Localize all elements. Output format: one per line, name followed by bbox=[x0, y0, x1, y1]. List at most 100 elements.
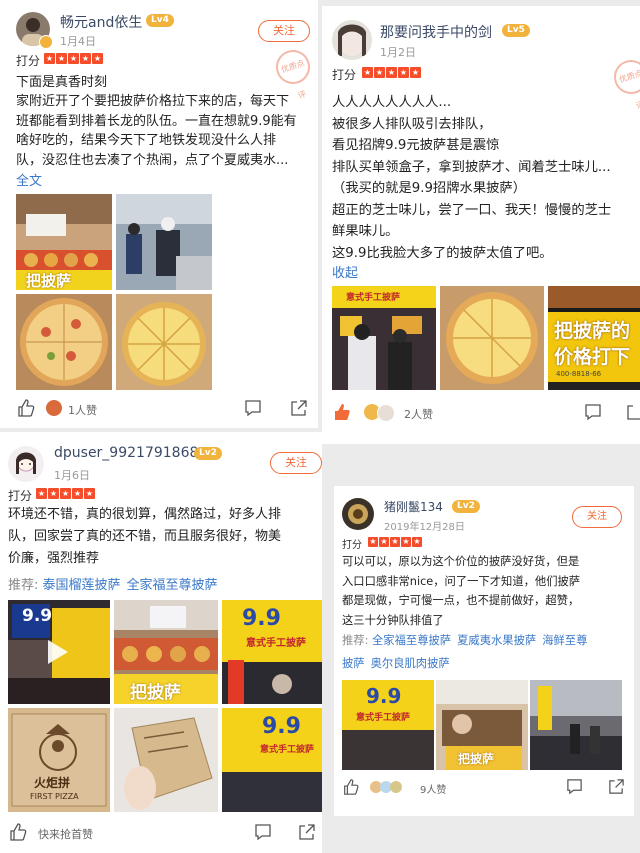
review-photo[interactable] bbox=[530, 680, 622, 770]
username[interactable]: 猪刚鬣134 bbox=[384, 498, 443, 515]
star-icon: ★ bbox=[362, 67, 373, 78]
review-text: 可以可以，原以为这个价位的披萨没好货，但是 入口口感非常nice，问了一下才知道… bbox=[342, 555, 581, 627]
score-label: 打分 bbox=[342, 540, 362, 551]
review-photo[interactable]: 意式手工披萨 bbox=[332, 286, 436, 390]
dish-tag[interactable]: 披萨 bbox=[342, 657, 365, 670]
review-card: dpuser_9921791868 Lv2 1月6日 关注 打分 ★ ★ ★ ★ ★ 环… bbox=[0, 432, 322, 853]
thumbs-up-icon[interactable] bbox=[332, 402, 352, 426]
star-icon: ★ bbox=[60, 488, 71, 499]
star-icon: ★ bbox=[386, 67, 397, 78]
star-icon: ★ bbox=[374, 67, 385, 78]
verified-badge-icon bbox=[39, 35, 53, 49]
level-badge: Lv2 bbox=[194, 447, 222, 460]
photo-sign-text: 把披萨 bbox=[26, 272, 72, 290]
dish-tag[interactable]: 全家福至尊披萨 bbox=[127, 578, 218, 593]
review-photo[interactable] bbox=[116, 294, 212, 390]
share-icon[interactable] bbox=[290, 399, 308, 421]
avatar[interactable] bbox=[342, 498, 374, 530]
score-label: 打分 bbox=[332, 68, 357, 82]
share-icon[interactable] bbox=[608, 778, 625, 799]
review-photo[interactable] bbox=[440, 286, 544, 390]
review-text: 下面是真香时刻 家附近开了个要把披萨价格拉下来的店，每天下 班都能看到排着长龙的… bbox=[16, 75, 297, 168]
dish-tag[interactable]: 夏威夷水果披萨 bbox=[457, 634, 536, 647]
review-date: 1月4日 bbox=[60, 35, 96, 48]
star-icon: ★ bbox=[390, 537, 400, 547]
thumbs-up-icon[interactable] bbox=[342, 778, 360, 800]
play-icon[interactable] bbox=[48, 640, 68, 664]
star-icon: ★ bbox=[379, 537, 389, 547]
review-text: 人人人人人人人人... 被很多人排队吸引去排队， 看见招牌9.9元披萨甚是震惊 … bbox=[332, 95, 612, 261]
liker-avatar[interactable] bbox=[46, 400, 62, 416]
review-photo[interactable]: 把披萨 bbox=[436, 680, 528, 770]
recommend-label: 推荐: bbox=[8, 578, 39, 593]
follow-button[interactable]: 关注 bbox=[572, 506, 622, 528]
star-rating: ★ ★ ★ ★ ★ bbox=[36, 488, 95, 499]
star-rating: ★ ★ ★ ★ ★ bbox=[44, 53, 103, 64]
review-photo[interactable]: 9.9 意式手工披萨 bbox=[342, 680, 434, 770]
username[interactable]: dpuser_9921791868 bbox=[54, 445, 198, 461]
photo-sign-text: 9.9 bbox=[242, 606, 281, 631]
comment-icon[interactable] bbox=[244, 399, 262, 421]
comment-icon[interactable] bbox=[254, 823, 272, 845]
dish-tag[interactable]: 全家福至尊披萨 bbox=[372, 634, 451, 647]
recommend-label: 推荐: bbox=[342, 634, 369, 647]
follow-button[interactable]: 关注 bbox=[258, 20, 310, 42]
share-icon[interactable] bbox=[298, 823, 316, 845]
recommended-dishes: 推荐: 泰国榴莲披萨 全家福至尊披萨 bbox=[8, 574, 224, 593]
star-icon: ★ bbox=[44, 53, 55, 64]
star-icon: ★ bbox=[398, 67, 409, 78]
liker-avatar[interactable] bbox=[377, 404, 395, 422]
username[interactable]: 那要问我手中的剑 bbox=[380, 22, 492, 42]
review-photo[interactable] bbox=[114, 708, 218, 812]
review-date: 1月2日 bbox=[380, 46, 416, 59]
dish-tag[interactable]: 泰国榴莲披萨 bbox=[43, 578, 121, 593]
star-icon: ★ bbox=[401, 537, 411, 547]
photo-sign-text: 意式手工披萨 bbox=[246, 638, 306, 649]
dish-tag[interactable]: 海鲜至尊 bbox=[542, 634, 587, 647]
photo-sign-text: 9.9 bbox=[262, 714, 301, 739]
review-text: 环境还不错，真的很划算，偶然路过，好多人排 队，回家尝了真的还不错，而且服务很好… bbox=[8, 507, 282, 566]
photo-sign-text: 意式手工披萨 bbox=[356, 713, 411, 723]
review-photo[interactable]: 把披萨 bbox=[16, 194, 112, 290]
follow-button[interactable]: 关注 bbox=[270, 452, 322, 474]
star-icon: ★ bbox=[412, 537, 422, 547]
review-photo[interactable]: 9.9 意式手工披萨 bbox=[222, 600, 322, 704]
avatar[interactable] bbox=[332, 20, 372, 60]
photo-sign-text: 意式手工披萨 bbox=[346, 293, 401, 303]
photo-sign-text: 9.9 bbox=[366, 684, 402, 708]
score-label: 打分 bbox=[16, 54, 41, 68]
star-rating: ★ ★ ★ ★ ★ bbox=[362, 67, 421, 78]
review-card: 畅元and依生 Lv4 1月4日 关注 优质点评 打分 ★ ★ ★ ★ ★ 下面是真香时… bbox=[0, 0, 318, 428]
username[interactable]: 畅元and依生 bbox=[60, 12, 142, 32]
star-icon: ★ bbox=[368, 537, 378, 547]
comment-icon[interactable] bbox=[566, 778, 583, 799]
star-icon: ★ bbox=[68, 53, 79, 64]
review-photo[interactable]: 把披萨的 价格打下 400-8818-66 bbox=[548, 286, 640, 390]
review-video-thumbnail[interactable]: 9.9 bbox=[8, 600, 110, 704]
share-icon[interactable] bbox=[626, 403, 640, 425]
review-date: 1月6日 bbox=[54, 469, 90, 482]
thumbs-up-icon[interactable] bbox=[8, 822, 28, 846]
review-photo[interactable]: 把披萨 bbox=[114, 600, 218, 704]
star-icon: ★ bbox=[410, 67, 421, 78]
photo-sign-text: 400-8818-66 bbox=[556, 370, 602, 378]
expand-full-text-link[interactable]: 全文 bbox=[16, 170, 42, 189]
liker-avatar[interactable] bbox=[390, 781, 402, 793]
review-photo[interactable]: 火炬拼 FIRST PIZZA bbox=[8, 708, 110, 812]
collapse-text-link[interactable]: 收起 bbox=[332, 262, 358, 281]
comment-icon[interactable] bbox=[584, 403, 602, 425]
review-photo[interactable] bbox=[16, 294, 112, 390]
dish-tag[interactable]: 奥尔良肌肉披萨 bbox=[371, 657, 450, 670]
score-label: 打分 bbox=[8, 489, 33, 503]
level-badge: Lv5 bbox=[502, 24, 530, 37]
like-count: 2人赞 bbox=[404, 408, 433, 421]
like-prompt: 快来抢首赞 bbox=[38, 828, 93, 841]
like-count: 1人赞 bbox=[68, 404, 97, 417]
star-icon: ★ bbox=[72, 488, 83, 499]
review-photo[interactable]: 9.9 意式手工披萨 bbox=[222, 708, 322, 812]
avatar[interactable] bbox=[8, 446, 44, 482]
photo-box-text: 火炬拼 bbox=[34, 776, 71, 790]
review-photo[interactable] bbox=[116, 194, 212, 290]
thumbs-up-icon[interactable] bbox=[16, 398, 36, 422]
recommended-dishes-line2: 披萨 奥尔良肌肉披萨 bbox=[342, 655, 456, 671]
